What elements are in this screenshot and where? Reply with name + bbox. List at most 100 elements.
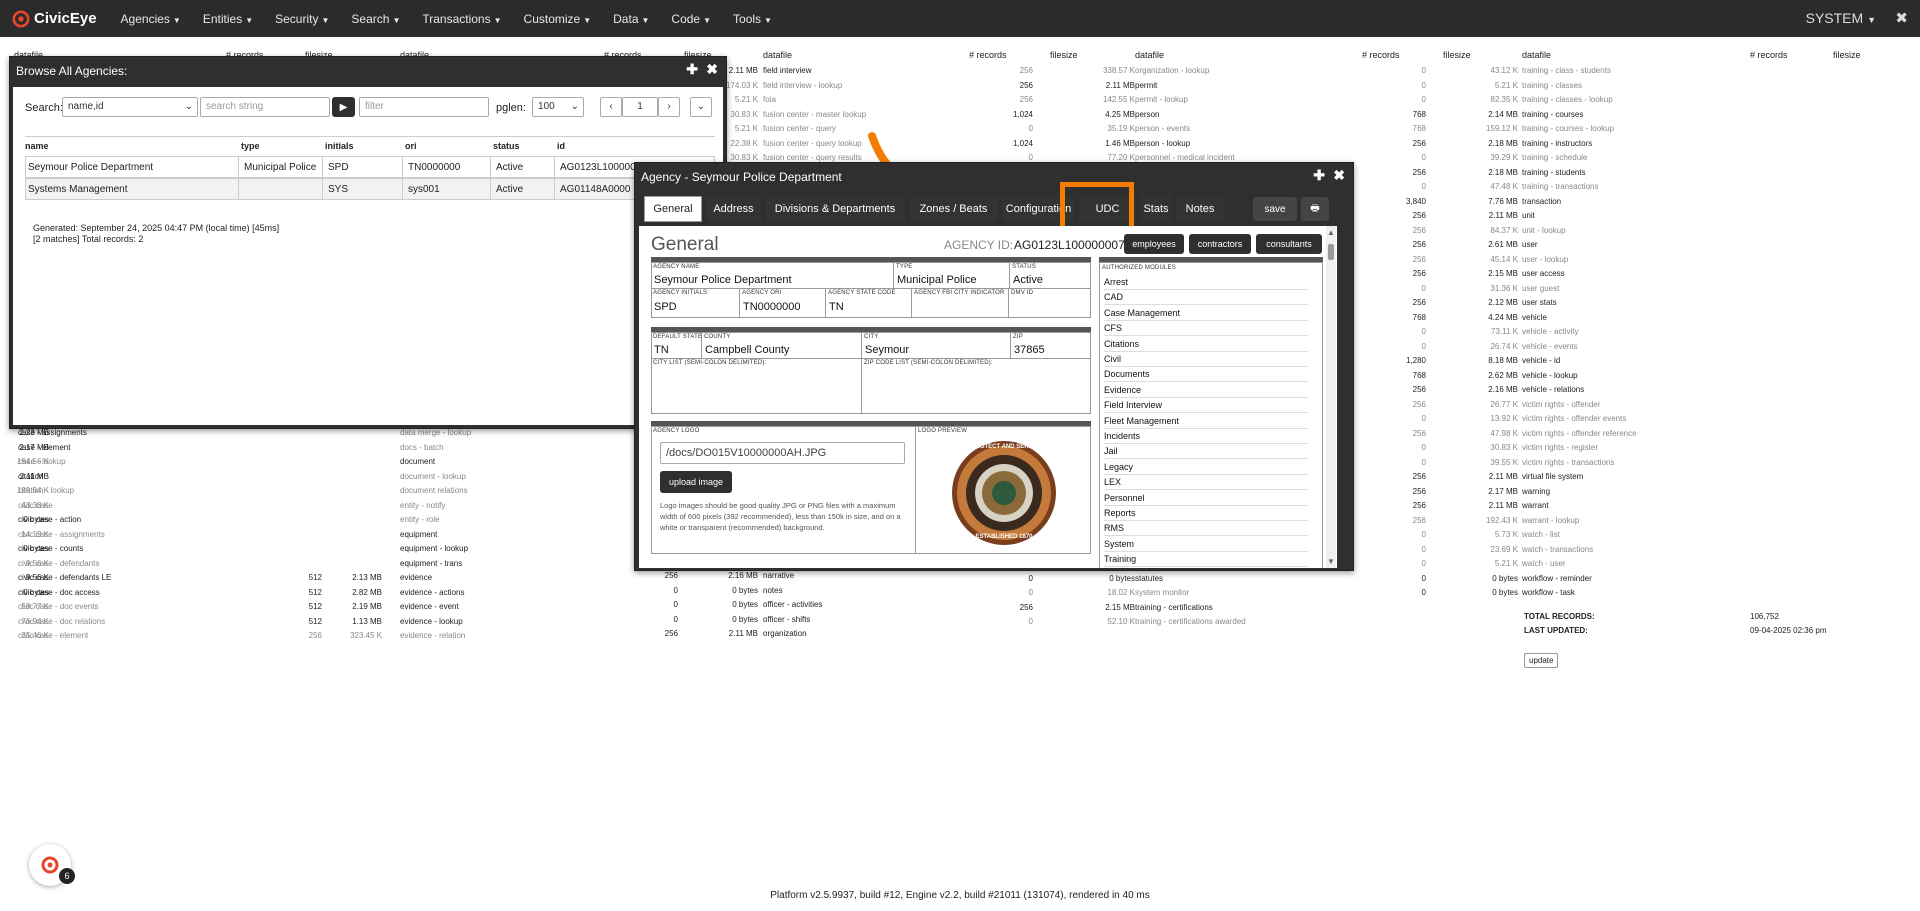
prev-page-button[interactable]: ‹ (600, 97, 622, 117)
print-button[interactable]: 🖶 (1301, 197, 1329, 221)
module-item[interactable]: Fleet Management (1104, 414, 1308, 429)
status-field[interactable]: Active (1013, 274, 1043, 286)
module-item[interactable]: Field Interview (1104, 398, 1308, 414)
city-field[interactable]: Seymour (865, 344, 909, 356)
agency-initials-field[interactable]: SPD (654, 301, 677, 313)
module-item[interactable]: Case Management (1104, 306, 1308, 321)
app-logo[interactable]: CivicEye (12, 9, 97, 28)
agency-name-field[interactable]: Seymour Police Department (654, 274, 792, 286)
close-icon[interactable]: ✖ (1895, 9, 1908, 27)
browse-col-type[interactable]: type (241, 141, 260, 151)
module-item[interactable]: CAD (1104, 290, 1308, 306)
options-dropdown-button[interactable]: ⌄ (690, 97, 712, 117)
module-item[interactable]: Personnel (1104, 491, 1308, 506)
module-item[interactable]: Reports (1104, 506, 1308, 521)
nav-code[interactable]: Code ▼ (671, 12, 711, 26)
search-input[interactable]: search string (200, 97, 330, 117)
module-item[interactable]: RMS (1104, 521, 1308, 537)
filesize-cell: 189.64 K (16, 486, 49, 495)
filter-input[interactable]: filter (359, 97, 489, 117)
module-item[interactable]: Arrest (1104, 275, 1308, 290)
tab-configuration[interactable]: Configuration (1002, 196, 1075, 222)
agency-state-code-field[interactable]: TN (829, 301, 844, 313)
tab-divisions-departments[interactable]: Divisions & Departments (765, 196, 905, 222)
datafile-cell: training - courses - lookup (1522, 124, 1615, 133)
browse-cell-status: Active (496, 184, 524, 195)
tab-general[interactable]: General (644, 196, 702, 222)
module-item[interactable]: System (1104, 537, 1308, 552)
scroll-down-icon[interactable]: ▼ (1327, 557, 1335, 566)
user-menu[interactable]: SYSTEM ▼ (1806, 10, 1876, 26)
assistant-launcher[interactable]: 6 (29, 844, 75, 886)
table-row[interactable]: Seymour Police Department Municipal Polic… (25, 156, 715, 178)
module-item[interactable]: Jail (1104, 444, 1308, 460)
caret-down-icon: ▼ (245, 15, 254, 25)
filesize-cell: 26.77 K (1490, 399, 1518, 409)
nav-transactions[interactable]: Transactions ▼ (422, 12, 501, 26)
module-item[interactable]: Training (1104, 552, 1308, 568)
fbi-city-indicator-label: AGENCY FBI CITY INDICATOR (914, 290, 1005, 296)
scroll-up-icon[interactable]: ▲ (1327, 228, 1335, 237)
zip-field[interactable]: 37865 (1014, 344, 1045, 356)
type-field[interactable]: Municipal Police (897, 274, 976, 286)
page-number-input[interactable]: 1 (622, 97, 658, 117)
tab-zones-beats[interactable]: Zones / Beats (909, 196, 998, 222)
browse-col-initials[interactable]: initials (325, 141, 354, 151)
module-item[interactable]: Civil (1104, 352, 1308, 367)
tab-address[interactable]: Address (706, 196, 761, 222)
county-field[interactable]: Campbell County (705, 344, 789, 356)
consultants-button[interactable]: consultants (1256, 234, 1322, 254)
browse-col-ori[interactable]: ori (405, 141, 417, 151)
save-button[interactable]: save (1253, 197, 1297, 221)
nav-data[interactable]: Data ▼ (613, 12, 649, 26)
employees-button[interactable]: employees (1124, 234, 1184, 254)
datafile-cell: system monitor (1135, 588, 1190, 597)
panel-scrollbar[interactable]: ▲ ▼ (1326, 226, 1336, 568)
next-page-button[interactable]: › (658, 97, 680, 117)
nav-tools[interactable]: Tools ▼ (733, 12, 772, 26)
nav-agencies[interactable]: Agencies ▼ (121, 12, 181, 26)
close-icon[interactable]: ✖ (706, 61, 718, 78)
filesize-cell: 73.11 K (1491, 327, 1518, 336)
upload-image-button[interactable]: upload image (660, 471, 732, 493)
contractors-button[interactable]: contractors (1189, 234, 1251, 254)
pglen-select[interactable]: 100 ⌄ (532, 97, 584, 117)
update-button[interactable]: update (1524, 653, 1559, 668)
logo-path-input[interactable]: /docs/DO015V10000000AH.JPG (660, 442, 905, 464)
tab-notes[interactable]: Notes (1176, 196, 1224, 222)
records-cell: 256 (1412, 269, 1426, 278)
module-item[interactable]: Evidence (1104, 383, 1308, 398)
close-icon[interactable]: ✖ (1333, 167, 1345, 184)
tab-stats[interactable]: Stats (1140, 196, 1172, 222)
records-cell: 0 (1421, 559, 1426, 568)
nav-security[interactable]: Security ▼ (275, 12, 329, 26)
module-item[interactable]: Legacy (1104, 460, 1308, 475)
expand-icon[interactable]: ✚ (686, 61, 698, 78)
search-field-select[interactable]: name,id ⌄ (62, 97, 198, 117)
browse-col-id[interactable]: id (557, 141, 565, 151)
expand-icon[interactable]: ✚ (1313, 167, 1325, 184)
total-records-value: 106,752 (1750, 612, 1779, 621)
records-cell: 256 (1412, 211, 1426, 220)
module-item[interactable]: Documents (1104, 367, 1308, 383)
scroll-thumb[interactable] (1328, 244, 1334, 260)
records-cell: 256 (1412, 515, 1426, 525)
datafile-cell: fusion center - master lookup (763, 109, 867, 119)
browse-col-name[interactable]: name (25, 141, 49, 151)
filesize-cell: 23.69 K (1490, 544, 1518, 554)
module-item[interactable]: LEX (1104, 475, 1308, 491)
module-item[interactable]: Incidents (1104, 429, 1308, 444)
module-item[interactable]: CFS (1104, 321, 1308, 337)
datafile-cell: notes (763, 585, 783, 595)
agency-ori-field[interactable]: TN0000000 (743, 301, 801, 313)
tab-udc[interactable]: UDC (1079, 196, 1136, 222)
printer-icon: 🖶 (1310, 202, 1320, 214)
nav-entities[interactable]: Entities ▼ (203, 12, 253, 26)
module-item[interactable]: Citations (1104, 337, 1308, 352)
search-go-button[interactable]: ▶ (332, 97, 355, 117)
browse-col-status[interactable]: status (493, 141, 520, 151)
nav-search[interactable]: Search ▼ (351, 12, 400, 26)
default-state-field[interactable]: TN (654, 344, 669, 356)
table-row[interactable]: Systems Management SYS sys001 Active AG01148… (25, 178, 715, 200)
nav-customize[interactable]: Customize ▼ (524, 12, 592, 26)
